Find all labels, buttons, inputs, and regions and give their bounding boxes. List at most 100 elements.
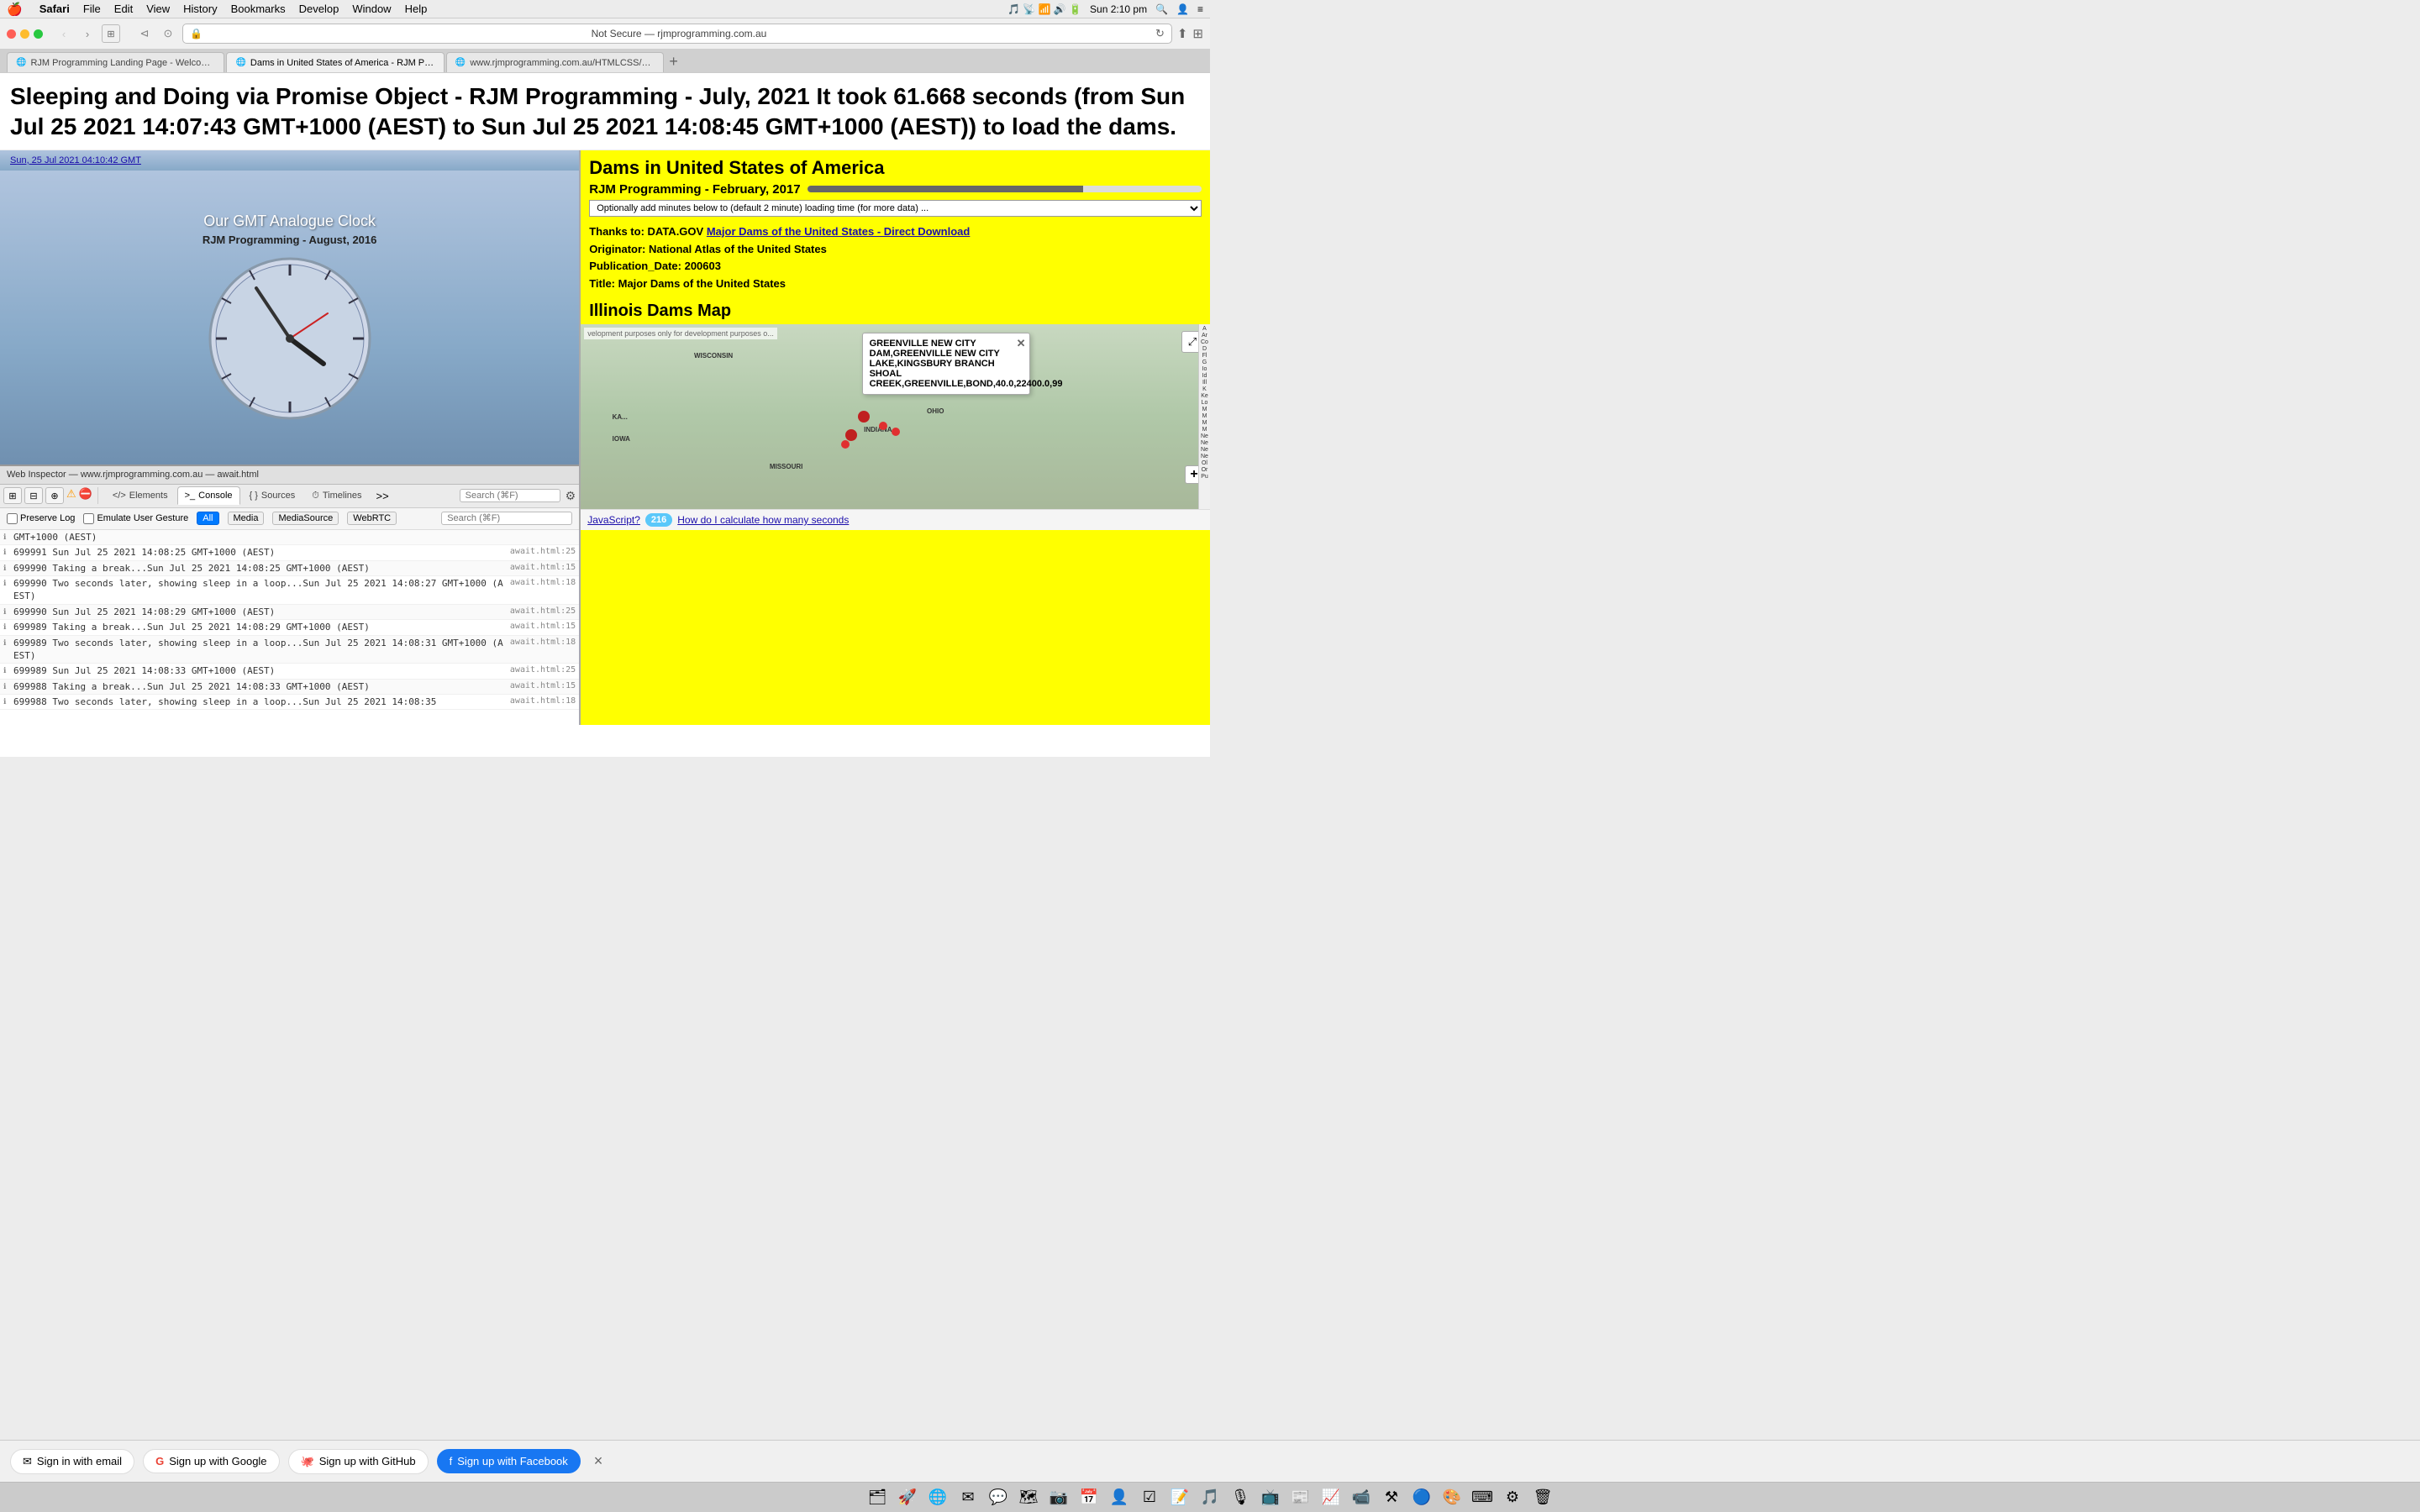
- close-window-button[interactable]: [7, 29, 16, 39]
- menubar-develop[interactable]: Develop: [299, 3, 339, 15]
- how-many-seconds-link[interactable]: How do I calculate how many seconds: [677, 514, 849, 526]
- signin-email-button[interactable]: ✉ Sign in with email: [10, 1449, 134, 1474]
- signup-facebook-button[interactable]: f Sign up with Facebook: [437, 1449, 581, 1473]
- dock-launchpad[interactable]: 🚀: [895, 1485, 920, 1510]
- right-panel: Dams in United States of America RJM Pro…: [581, 150, 1210, 725]
- dock-notes[interactable]: 📝: [1167, 1485, 1192, 1510]
- forward-button[interactable]: ›: [78, 24, 97, 43]
- menubar-file[interactable]: File: [83, 3, 101, 15]
- tab-label-1: RJM Programming Landing Page - Welcome t…: [30, 58, 215, 68]
- more-tabs-button[interactable]: >>: [371, 490, 394, 502]
- menubar-siri-icon[interactable]: 👤: [1176, 3, 1189, 15]
- tab-prev-button[interactable]: ⊲: [135, 24, 154, 43]
- map-marker[interactable]: [841, 440, 850, 449]
- tooltip-close-button[interactable]: ✕: [1017, 337, 1026, 350]
- dock-facetime[interactable]: 📹: [1349, 1485, 1374, 1510]
- dock-stocks[interactable]: 📈: [1318, 1485, 1344, 1510]
- map-marker[interactable]: [892, 428, 900, 436]
- dock-reminders[interactable]: ☑: [1137, 1485, 1162, 1510]
- menubar-bookmarks[interactable]: Bookmarks: [231, 3, 286, 15]
- dock-photoshop[interactable]: 🎨: [1439, 1485, 1465, 1510]
- filter-all-button[interactable]: All: [197, 512, 218, 525]
- map-marker[interactable]: [858, 411, 870, 423]
- console-icon: >_: [185, 491, 196, 501]
- dock-xcode[interactable]: ⚒: [1379, 1485, 1404, 1510]
- dock-finder[interactable]: 🗂: [865, 1485, 890, 1510]
- signup-github-label: Sign up with GitHub: [319, 1455, 416, 1467]
- maximize-window-button[interactable]: [34, 29, 43, 39]
- inspector-settings-icon[interactable]: ⚙: [566, 489, 576, 503]
- back-button[interactable]: ‹: [55, 24, 73, 43]
- web-inspector: Web Inspector — www.rjmprogramming.com.a…: [0, 465, 579, 725]
- dock-terminal[interactable]: ⌨: [1470, 1485, 1495, 1510]
- inspector-search-input[interactable]: [460, 489, 560, 502]
- direct-download-link[interactable]: Major Dams of the United States - Direct…: [707, 225, 971, 238]
- reader-button[interactable]: ⊙: [159, 24, 177, 43]
- dock: 🗂 🚀 🌐 ✉ 💬 🗺 📷 📅 👤 ☑ 📝 🎵 🎙 📺 📰 📈 📹 ⚒ 🔵 🎨 …: [0, 1482, 2420, 1512]
- url-bar[interactable]: 🔒 Not Secure — rjmprogramming.com.au ↻: [182, 24, 1172, 44]
- dock-tv[interactable]: 📺: [1258, 1485, 1283, 1510]
- dams-subtitle: RJM Programming - February, 2017: [589, 182, 1202, 197]
- javascript-link[interactable]: JavaScript?: [587, 514, 640, 526]
- dock-contacts[interactable]: 👤: [1107, 1485, 1132, 1510]
- signup-github-button[interactable]: 🐙 Sign up with GitHub: [288, 1449, 429, 1474]
- dock-system-prefs[interactable]: ⚙: [1500, 1485, 1525, 1510]
- minimize-window-button[interactable]: [20, 29, 29, 39]
- inspector-layout-icon[interactable]: ⊞: [3, 487, 22, 504]
- tab-3[interactable]: 🌐 www.rjmprogramming.com.au/HTMLCSS/awai…: [446, 52, 664, 72]
- dock-calendar[interactable]: 📅: [1076, 1485, 1102, 1510]
- inspector-search-area[interactable]: [460, 489, 560, 502]
- menubar-control-icon[interactable]: ≡: [1197, 3, 1203, 15]
- dock-safari[interactable]: 🌐: [925, 1485, 950, 1510]
- dams-minutes-select[interactable]: Optionally add minutes below to (default…: [589, 200, 1202, 217]
- tab-sources[interactable]: { } Sources: [242, 486, 303, 505]
- tab-console[interactable]: >_ Console: [177, 486, 240, 505]
- tab-2[interactable]: 🌐 Dams in United States of America - RJM…: [226, 52, 444, 72]
- tab-1[interactable]: 🌐 RJM Programming Landing Page - Welcome…: [7, 52, 224, 72]
- log-text: 699989 Two seconds later, showing sleep …: [13, 637, 503, 663]
- console-log: ℹ GMT+1000 (AEST) ℹ 699991 Sun Jul 25 20…: [0, 530, 579, 725]
- dock-trash[interactable]: 🗑: [1530, 1485, 1555, 1510]
- emulate-gesture-input[interactable]: [83, 513, 94, 524]
- preserve-log-checkbox[interactable]: Preserve Log: [7, 513, 75, 524]
- sidebar-toggle-button[interactable]: ⊞: [102, 24, 120, 43]
- filter-media-button[interactable]: Media: [228, 512, 265, 525]
- signup-google-button[interactable]: G Sign up with Google: [143, 1449, 279, 1473]
- apple-menu[interactable]: 🍎: [7, 2, 23, 17]
- map-marker[interactable]: [879, 422, 887, 430]
- dock-photos[interactable]: 📷: [1046, 1485, 1071, 1510]
- inspector-target-icon[interactable]: ⊕: [45, 487, 64, 504]
- menubar-search-icon[interactable]: 🔍: [1155, 3, 1168, 15]
- log-icon: ℹ: [3, 666, 6, 677]
- tab-elements[interactable]: </> Elements: [105, 486, 176, 505]
- filter-webrtc-button[interactable]: WebRTC: [347, 512, 397, 525]
- dock-messages[interactable]: 💬: [986, 1485, 1011, 1510]
- console-search-input[interactable]: [441, 512, 572, 525]
- dock-mail[interactable]: ✉: [955, 1485, 981, 1510]
- menubar-history[interactable]: History: [183, 3, 217, 15]
- preserve-log-input[interactable]: [7, 513, 18, 524]
- menubar-help[interactable]: Help: [405, 3, 428, 15]
- log-text: 699990 Two seconds later, showing sleep …: [13, 577, 503, 603]
- menubar-edit[interactable]: Edit: [114, 3, 133, 15]
- dock-podcasts[interactable]: 🎙: [1228, 1485, 1253, 1510]
- dock-maps[interactable]: 🗺: [1016, 1485, 1041, 1510]
- filter-mediasource-button[interactable]: MediaSource: [272, 512, 339, 525]
- inspector-split-icon[interactable]: ⊟: [24, 487, 43, 504]
- tab-timelines[interactable]: ⏱ Timelines: [304, 486, 369, 505]
- dock-music[interactable]: 🎵: [1197, 1485, 1223, 1510]
- menubar-window[interactable]: Window: [352, 3, 391, 15]
- reload-button[interactable]: ↻: [1155, 27, 1165, 40]
- email-icon: ✉: [23, 1455, 32, 1468]
- dock-news[interactable]: 📰: [1288, 1485, 1313, 1510]
- emulate-gesture-checkbox[interactable]: Emulate User Gesture: [83, 513, 188, 524]
- clock-date-link[interactable]: Sun, 25 Jul 2021 04:10:42 GMT: [0, 150, 579, 171]
- notification-close-button[interactable]: ×: [594, 1452, 603, 1470]
- map-marker[interactable]: [845, 429, 857, 441]
- dock-chrome[interactable]: 🔵: [1409, 1485, 1434, 1510]
- menubar-safari[interactable]: Safari: [39, 3, 70, 15]
- share-button[interactable]: ⬆: [1177, 26, 1188, 41]
- add-tab-button[interactable]: +: [669, 53, 678, 72]
- new-tab-button[interactable]: ⊞: [1192, 26, 1203, 41]
- menubar-view[interactable]: View: [146, 3, 170, 15]
